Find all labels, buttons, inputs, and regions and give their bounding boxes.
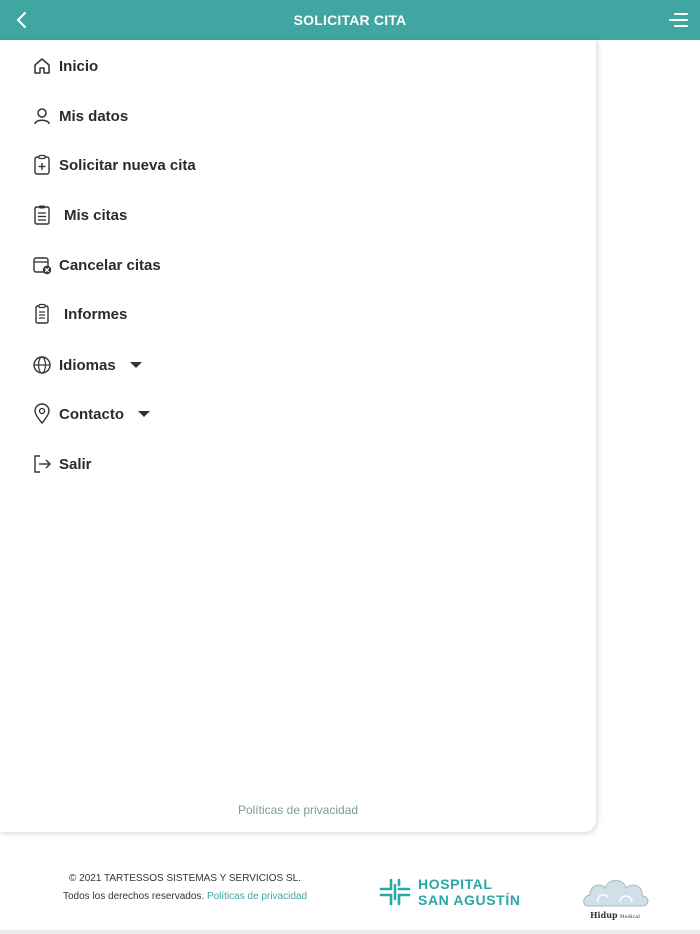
dropdown-caret-icon[interactable] (129, 361, 142, 369)
nav-item-solicitar-nueva-cita[interactable]: Solicitar nueva cita (30, 150, 196, 180)
top-app-bar: SOLICITAR CITA (0, 0, 700, 40)
nav-item-label: Solicitar nueva cita (59, 156, 196, 174)
report-icon (30, 302, 54, 326)
drawer-privacy-link[interactable]: Políticas de privacidad (0, 803, 596, 817)
user-icon (30, 104, 54, 128)
nav-item-salir[interactable]: Salir (30, 449, 92, 479)
nav-item-label: Contacto (59, 405, 124, 423)
home-icon (30, 54, 54, 78)
bottom-divider (0, 930, 700, 934)
calendar-cancel-icon (30, 253, 54, 277)
navigation-drawer: Inicio Mis datos Solicitar nueva cita Mi… (0, 40, 596, 832)
rights-text: Todos los derechos reservados. (62, 891, 205, 902)
location-pin-icon (30, 402, 54, 426)
nav-item-inicio[interactable]: Inicio (30, 51, 98, 81)
nav-item-label: Inicio (59, 57, 99, 75)
hospital-cross-icon (379, 878, 411, 906)
hidup-name: Hidup (590, 910, 618, 920)
clipboard-plus-icon (30, 153, 54, 177)
nav-item-label: Mis citas (64, 206, 128, 224)
logout-icon (30, 452, 54, 476)
nav-item-label: Idiomas (59, 356, 116, 374)
nav-item-label: Informes (64, 305, 128, 323)
nav-item-informes[interactable]: Informes (30, 299, 127, 329)
nav-item-cancelar-citas[interactable]: Cancelar citas (30, 250, 161, 280)
page-title: SOLICITAR CITA (293, 12, 407, 28)
globe-icon (30, 353, 54, 377)
hospital-name-line1: HOSPITAL (418, 876, 493, 892)
copyright-block: © 2021 TARTESSOS SISTEMAS Y SERVICIOS SL… (40, 870, 330, 906)
footer-privacy-link[interactable]: Políticas de privacidad (207, 891, 307, 902)
hidup-wordmark: Hidup Medical (590, 910, 640, 920)
dropdown-caret-icon[interactable] (138, 410, 150, 418)
copyright-text: © 2021 TARTESSOS SISTEMAS Y SERVICIOS SL… (69, 873, 301, 884)
hospital-logo: HOSPITAL SAN AGUSTÍN (378, 876, 521, 908)
nav-item-label: Salir (59, 455, 92, 473)
nav-item-label: Mis datos (59, 107, 129, 125)
nav-item-mis-datos[interactable]: Mis datos (30, 101, 128, 131)
nav-item-mis-citas[interactable]: Mis citas (30, 200, 127, 230)
hospital-name-line2: SAN AGUSTÍN (418, 892, 521, 908)
menu-button[interactable] (664, 6, 692, 34)
chevron-left-icon (16, 11, 27, 29)
back-button[interactable] (8, 6, 36, 34)
page-footer: © 2021 TARTESSOS SISTEMAS Y SERVICIOS SL… (0, 832, 700, 932)
hospital-name: HOSPITAL SAN AGUSTÍN (418, 876, 521, 908)
nav-item-label: Cancelar citas (59, 256, 161, 274)
nav-item-idiomas[interactable]: Idiomas (30, 350, 142, 380)
rights-line: Todos los derechos reservados. Políticas… (40, 888, 330, 906)
clipboard-list-icon (30, 203, 54, 227)
hamburger-menu-icon (669, 13, 688, 27)
nav-item-contacto[interactable]: Contacto (30, 399, 150, 429)
cloud-logo-icon (583, 880, 649, 907)
hidup-medical-logo: Hidup Medical (580, 872, 654, 926)
hidup-sub: Medical (619, 914, 640, 920)
